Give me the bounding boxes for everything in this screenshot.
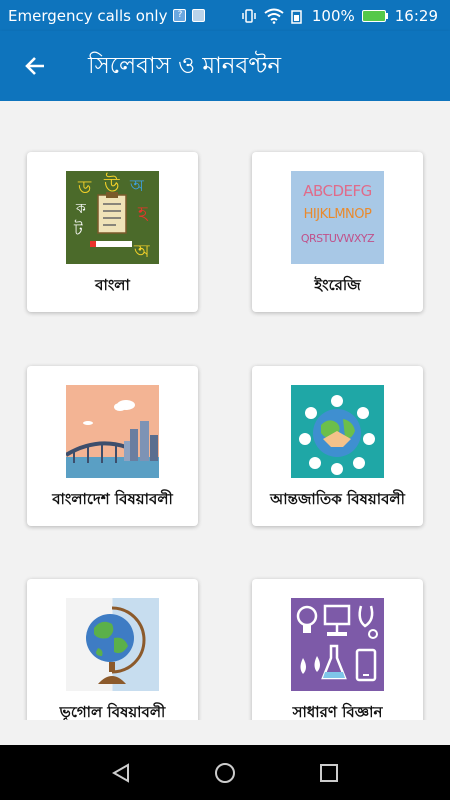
- triangle-back-icon[interactable]: [110, 762, 132, 784]
- bottom-spacer: [0, 720, 450, 745]
- square-recents-icon[interactable]: [318, 762, 340, 784]
- clock: 16:29: [394, 6, 438, 25]
- globe-handshake-icon: [291, 385, 384, 478]
- arrow-left-icon: [25, 57, 44, 75]
- subject-card-international[interactable]: আন্তজাতিক বিষয়াবলী: [252, 366, 423, 526]
- carrier-text: Emergency calls only: [8, 6, 168, 25]
- subject-card-bangladesh[interactable]: বাংলাদেশ বিষয়াবলী: [27, 366, 198, 526]
- science-icons-icon: [291, 598, 384, 691]
- status-bar: Emergency calls only ? 100% 16:29: [0, 0, 450, 31]
- app-bar: সিলেবাস ও মানবণ্টন: [0, 31, 450, 101]
- sim-unknown-icon: ?: [173, 9, 187, 22]
- english-alphabet-icon: ABCDEFG HIJKLMNOP QRSTUVWXYZ: [291, 171, 384, 264]
- alphabet-row: ABCDEFG: [303, 182, 372, 200]
- status-left: Emergency calls only ?: [8, 6, 206, 25]
- subject-label: সাধারণ বিজ্ঞান: [292, 703, 383, 720]
- bangladesh-bridge-icon: [66, 385, 159, 478]
- desk-globe-icon: [66, 598, 159, 691]
- system-nav-bar: [0, 745, 450, 800]
- subject-label: ভূগোল বিষয়াবলী: [59, 703, 166, 720]
- subject-label: বাংলা: [95, 276, 130, 294]
- bangla-letters-icon: ড উ অ ক ট হ অ: [66, 171, 159, 264]
- subject-card-science[interactable]: সাধারণ বিজ্ঞান: [252, 579, 423, 720]
- subject-card-geography[interactable]: ভূগোল বিষয়াবলী: [27, 579, 198, 720]
- vibrate-icon: [242, 8, 256, 23]
- circle-home-icon[interactable]: [213, 761, 237, 785]
- subject-grid: ড উ অ ক ট হ অ বাংলা ABCDEFG HIJKLMNOP QR…: [0, 101, 450, 720]
- subject-card-english[interactable]: ABCDEFG HIJKLMNOP QRSTUVWXYZ ইংরেজি: [252, 152, 423, 312]
- subject-label: ইংরেজি: [314, 276, 361, 294]
- page-title: সিলেবাস ও মানবণ্টন: [88, 52, 282, 79]
- status-right: 100% 16:29: [241, 7, 438, 25]
- alphabet-row: HIJKLMNOP: [303, 207, 372, 222]
- alphabet-row: QRSTUVWXYZ: [300, 232, 375, 245]
- subject-label: আন্তজাতিক বিষয়াবলী: [270, 490, 405, 508]
- back-button[interactable]: [0, 31, 70, 101]
- signal-icon: [291, 9, 302, 24]
- battery-icon: [361, 9, 388, 22]
- wifi-icon: [264, 8, 284, 24]
- image-notification-icon: [192, 9, 206, 22]
- battery-percent: 100%: [311, 6, 355, 25]
- subject-card-bangla[interactable]: ড উ অ ক ট হ অ বাংলা: [27, 152, 198, 312]
- subject-label: বাংলাদেশ বিষয়াবলী: [52, 490, 173, 508]
